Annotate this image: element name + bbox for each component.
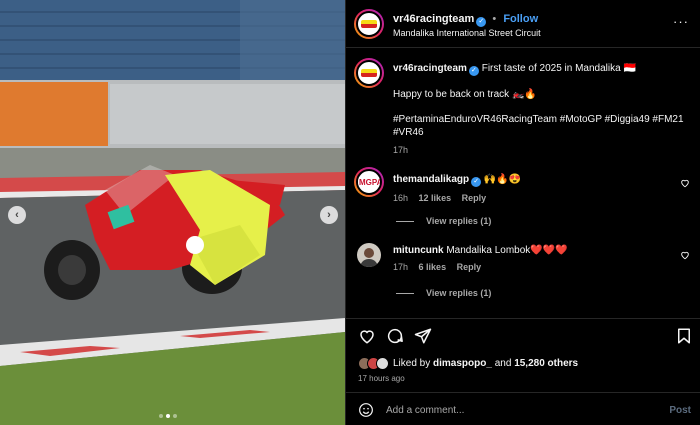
comment-username[interactable]: themandalikagp <box>393 174 469 185</box>
reply-button[interactable]: Reply <box>462 193 487 203</box>
vr46-logo-icon <box>361 68 377 78</box>
heart-icon[interactable] <box>680 250 690 260</box>
divider <box>396 220 414 222</box>
heart-icon[interactable] <box>680 178 690 188</box>
verified-badge-icon: ✓ <box>468 66 479 76</box>
post-time-ago: 17 hours ago <box>358 374 405 383</box>
comment-time: 16h <box>393 193 409 203</box>
carousel-dots <box>159 414 177 418</box>
view-replies-label: View replies (1) <box>426 216 492 226</box>
liked-by-avatars <box>358 357 389 370</box>
comment-avatar[interactable]: MGPA <box>354 167 384 197</box>
verified-badge-icon: ✓ <box>476 17 487 27</box>
likes-summary: Liked by dimaspopo_ and 15,280 others <box>358 357 578 370</box>
comment-item: themandalikagp ✓ 🙌🔥😍 16h 12 likes Reply <box>393 174 673 203</box>
post-details-panel: vr46racingteam ✓ • Follow Mandalika Inter… <box>345 0 700 425</box>
liked-by-count[interactable]: 15,280 others <box>514 358 578 369</box>
header-location[interactable]: Mandalika International Street Circuit <box>393 28 541 38</box>
caption: vr46racingteam ✓ First taste of 2025 in M… <box>393 62 688 157</box>
carousel-dot <box>159 414 163 418</box>
verified-badge-icon: ✓ <box>471 177 482 187</box>
avatar <box>376 357 389 370</box>
post-button[interactable]: Post <box>669 405 691 416</box>
header-username[interactable]: vr46racingteam <box>393 13 474 25</box>
mgpa-logo-icon: MGPA <box>358 177 380 187</box>
vr46-logo-icon <box>361 19 377 29</box>
liked-by-prefix: Liked by <box>393 358 431 369</box>
heart-icon[interactable] <box>358 327 376 345</box>
svg-text:MGPA: MGPA <box>359 178 380 187</box>
divider <box>396 292 414 294</box>
chevron-left-icon[interactable]: ‹ <box>8 206 26 224</box>
follow-button[interactable]: Follow <box>503 13 538 25</box>
caption-time: 17h <box>393 145 409 155</box>
carousel-dot-active <box>166 414 170 418</box>
comment-avatar[interactable] <box>357 243 381 267</box>
view-replies-button[interactable]: View replies (1) <box>396 288 491 298</box>
reply-button[interactable]: Reply <box>457 262 482 272</box>
comment-text: Mandalika Lombok❤️❤️❤️ <box>446 245 568 256</box>
comment-icon[interactable] <box>386 327 404 345</box>
header-separator: • <box>492 13 497 25</box>
more-icon[interactable]: ··· <box>673 14 689 29</box>
caption-text-line2: Happy to be back on track 🏍️🔥 <box>393 89 537 100</box>
caption-text-line1: First taste of 2025 in Mandalika 🇮🇩 <box>481 63 636 74</box>
comment-item: mituncunk Mandalika Lombok❤️❤️❤️ 17h 6 l… <box>393 245 673 272</box>
chevron-right-icon[interactable]: › <box>320 206 338 224</box>
comment-username[interactable]: mituncunk <box>393 245 444 256</box>
view-replies-label: View replies (1) <box>426 288 492 298</box>
emoji-icon[interactable] <box>358 402 374 418</box>
add-comment-bar: Add a comment... Post <box>346 392 700 425</box>
view-replies-button[interactable]: View replies (1) <box>396 216 491 226</box>
avatar[interactable] <box>354 9 384 39</box>
caption-username[interactable]: vr46racingteam <box>393 63 467 74</box>
person-photo-icon <box>360 248 378 267</box>
caption-hashtags[interactable]: #PertaminaEnduroVR46RacingTeam #MotoGP #… <box>393 113 688 139</box>
post-header: vr46racingteam ✓ • Follow Mandalika Inter… <box>346 0 700 48</box>
caption-avatar[interactable] <box>354 58 384 88</box>
add-comment-input[interactable]: Add a comment... <box>386 405 464 416</box>
motorcycle-photo-illustration <box>0 0 345 425</box>
post-photo: ‹ › <box>0 0 345 425</box>
share-icon[interactable] <box>414 327 432 345</box>
header-user-line: vr46racingteam ✓ • Follow <box>393 13 538 27</box>
carousel-dot <box>173 414 177 418</box>
comment-text: 🙌🔥😍 <box>483 174 522 185</box>
comment-likes[interactable]: 6 likes <box>419 262 447 272</box>
liked-by-user[interactable]: dimaspopo_ <box>433 358 492 369</box>
comment-time: 17h <box>393 262 409 272</box>
comment-likes[interactable]: 12 likes <box>419 193 452 203</box>
liked-by-and: and <box>494 358 512 369</box>
bookmark-icon[interactable] <box>675 327 693 345</box>
